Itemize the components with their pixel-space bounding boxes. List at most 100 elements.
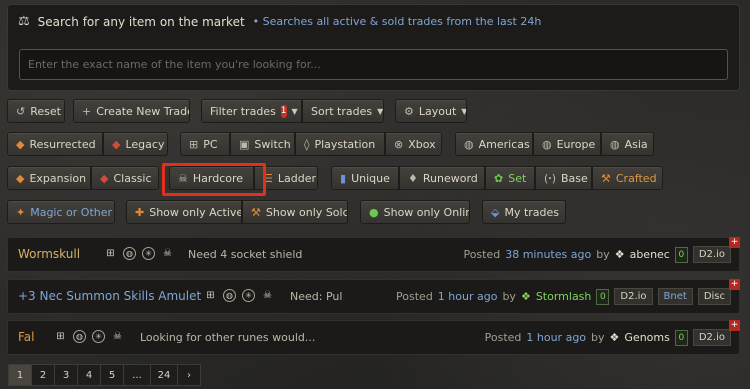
filter-base[interactable]: (ꞏ) Base — [535, 166, 592, 190]
plus-icon[interactable]: + — [729, 237, 740, 248]
resurrected-icon: ◆ — [16, 137, 25, 151]
scales-icon: ⚖ — [18, 14, 30, 29]
plus-icon: + — [82, 104, 92, 118]
my-trades-button[interactable]: ⬙ My trades — [482, 200, 566, 224]
filter-legacy[interactable]: ◆ Legacy — [103, 132, 168, 156]
trade-message: Need 4 socket shield — [188, 248, 303, 261]
trade-row[interactable]: Fal ⊞ ◍ ✳ ☠ Looking for other runes woul… — [7, 320, 740, 355]
search-title: Search for any item on the market — [37, 14, 245, 29]
globe-icon: ◍ — [73, 330, 86, 343]
playstation-icon: ◊ — [304, 137, 310, 151]
user-icon: ❖ — [609, 331, 620, 344]
filter-show-online[interactable]: ● Show only Online — [360, 200, 470, 224]
expansion-icon: ◆ — [16, 171, 25, 185]
trade-user[interactable]: Stormlash — [536, 290, 592, 303]
page-2[interactable]: 2 — [31, 364, 55, 386]
plus-icon[interactable]: + — [729, 279, 740, 290]
sort-trades-button[interactable]: Sort trades ▼ — [302, 99, 384, 123]
filter-runeword[interactable]: ♦ Runeword — [399, 166, 485, 190]
globe-icon: ◍ — [123, 247, 136, 260]
filter-pc[interactable]: ⊞ PC — [180, 132, 230, 156]
page-1[interactable]: 1 — [8, 364, 32, 386]
trade-title[interactable]: Wormskull — [18, 247, 80, 261]
page-3[interactable]: 3 — [54, 364, 78, 386]
windows-icon: ⊞ — [189, 137, 199, 151]
skull-icon: ☠ — [113, 331, 122, 342]
next-page-icon[interactable]: › — [177, 364, 201, 386]
windows-icon: ⊞ — [206, 290, 215, 301]
search-panel: ⚖ Search for any item on the market • Se… — [7, 4, 740, 91]
trade-user[interactable]: abenec — [630, 248, 670, 261]
trade-time: 38 minutes ago — [505, 248, 592, 261]
filter-ladder[interactable]: ☰ Ladder — [254, 166, 318, 190]
filter-show-active[interactable]: ✚ Show only Active — [126, 200, 242, 224]
legacy-icon: ◆ — [112, 137, 121, 151]
online-dot-icon: ● — [369, 205, 379, 219]
trade-row[interactable]: +3 Nec Summon Skills Amulet ⊞ ◍ ✳ ☠ Need… — [7, 279, 740, 314]
windows-icon: ⊞ — [56, 331, 65, 342]
filter-crafted[interactable]: ⚒ Crafted — [592, 166, 663, 190]
trade-time: 1 hour ago — [526, 331, 587, 344]
offer-count: 0 — [674, 329, 688, 346]
plus-icon[interactable]: + — [729, 320, 740, 331]
classic-icon: ◆ — [100, 171, 109, 185]
filter-expansion[interactable]: ◆ Expansion — [7, 166, 91, 190]
d2io-tag[interactable]: D2.io — [692, 329, 731, 346]
filter-europe[interactable]: ◍ Europe — [533, 132, 601, 156]
filter-magic-or-other[interactable]: ✦ Magic or Other — [7, 200, 115, 224]
page-4[interactable]: 4 — [77, 364, 101, 386]
filter-classic[interactable]: ◆ Classic — [91, 166, 159, 190]
page-ellipsis: ... — [123, 364, 151, 386]
d2io-tag[interactable]: D2.io — [614, 288, 653, 305]
filter-switch[interactable]: ▣ Switch — [230, 132, 295, 156]
trade-row[interactable]: Wormskull ⊞ ◍ ✳ ☠ Need 4 socket shield P… — [7, 237, 740, 272]
filter-asia[interactable]: ◍ Asia — [601, 132, 654, 156]
trade-user[interactable]: Genoms — [624, 331, 669, 344]
d2io-tag[interactable]: D2.io — [692, 246, 731, 263]
unique-icon: ▮ — [340, 171, 347, 185]
offer-count: 0 — [596, 288, 610, 305]
search-input[interactable] — [19, 49, 728, 80]
skull-icon: ☠ — [263, 290, 272, 301]
globe-icon: ◍ — [464, 137, 474, 151]
hammer-icon: ⚒ — [601, 171, 611, 185]
runeword-icon: ♦ — [408, 171, 418, 185]
filter-unique[interactable]: ▮ Unique — [331, 166, 399, 190]
discord-tag[interactable]: Disc — [697, 288, 731, 305]
active-icon: ✚ — [135, 205, 145, 219]
chevron-down-icon: ▼ — [461, 106, 467, 116]
user-icon: ❖ — [614, 248, 625, 261]
globe-icon: ◍ — [223, 289, 236, 302]
trade-title[interactable]: Fal — [18, 330, 35, 344]
bnet-tag[interactable]: Bnet — [657, 288, 693, 305]
filter-trades-button[interactable]: Filter trades 1 ▼ — [201, 99, 302, 123]
filter-resurrected[interactable]: ◆ Resurrected — [7, 132, 103, 156]
page-5[interactable]: 5 — [100, 364, 124, 386]
sold-icon: ⚒ — [251, 205, 261, 219]
filter-xbox[interactable]: ⊗ Xbox — [385, 132, 442, 156]
gear-icon: ⚙ — [404, 104, 414, 118]
layout-button[interactable]: ⚙ Layout ▼ — [395, 99, 467, 123]
create-trade-button[interactable]: + Create New Trade — [73, 99, 190, 123]
offer-count: 0 — [674, 246, 688, 263]
filter-show-sold[interactable]: ⚒ Show only Sold — [242, 200, 348, 224]
page-24[interactable]: 24 — [150, 364, 178, 386]
sun-icon: ✳ — [142, 247, 155, 260]
skull-icon: ☠ — [163, 248, 172, 259]
switch-icon: ▣ — [239, 137, 250, 151]
sun-icon: ✳ — [92, 330, 105, 343]
filter-playstation[interactable]: ◊ Playstation — [295, 132, 385, 156]
filter-set[interactable]: ✿ Set — [485, 166, 535, 190]
filter-hardcore[interactable]: ☠ Hardcore — [169, 166, 254, 190]
trade-title[interactable]: +3 Nec Summon Skills Amulet — [18, 289, 201, 303]
reset-button[interactable]: ↺ Reset — [7, 99, 65, 123]
user-icon: ❖ — [520, 290, 531, 303]
filter-americas[interactable]: ◍ Americas — [455, 132, 533, 156]
filter-count-badge: 1 — [280, 104, 287, 118]
chevron-down-icon: ▼ — [291, 106, 298, 116]
ladder-icon: ☰ — [263, 171, 273, 185]
trades-icon: ⬙ — [491, 205, 500, 219]
set-icon: ✿ — [494, 171, 504, 185]
search-subtitle: • Searches all active & sold trades from… — [252, 15, 542, 28]
pagination: 1 2 3 4 5 ... 24 › — [8, 364, 201, 386]
